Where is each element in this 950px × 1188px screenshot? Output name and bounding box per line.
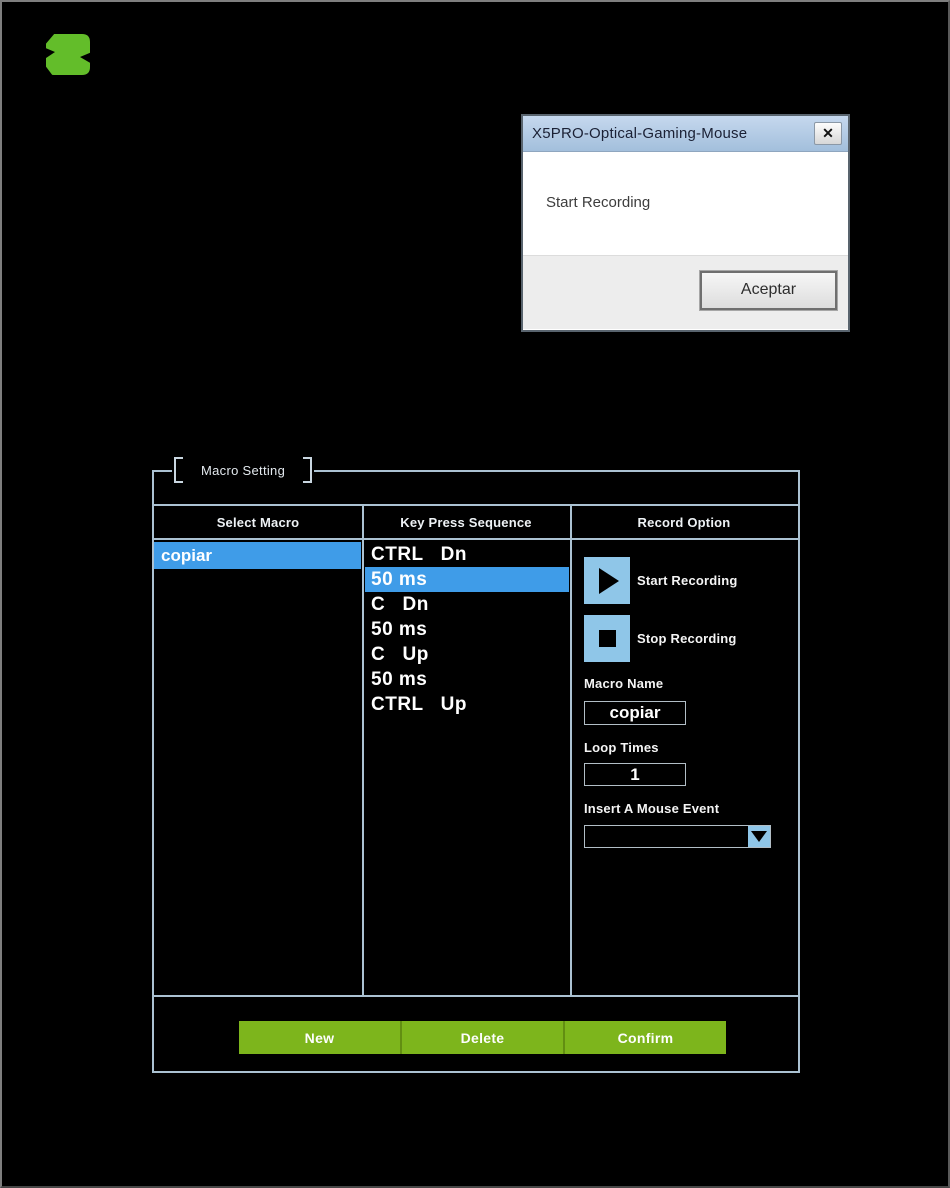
dialog-body: Start Recording: [523, 152, 848, 255]
macro-list-item[interactable]: copiar: [154, 542, 361, 569]
column-divider: [362, 504, 364, 997]
macro-name-label: Macro Name: [584, 676, 663, 691]
bracket-left-icon: [174, 457, 183, 483]
dialog-title: X5PRO-Optical-Gaming-Mouse: [532, 116, 747, 151]
accept-button[interactable]: Aceptar: [700, 271, 837, 310]
sequence-item[interactable]: C Up: [365, 642, 569, 667]
stop-recording-label: Stop Recording: [637, 631, 737, 646]
brand-logo-icon: [44, 33, 91, 76]
macro-name-field[interactable]: copiar: [584, 701, 686, 725]
stop-icon: [599, 630, 616, 647]
header-record-option: Record Option: [570, 506, 798, 538]
loop-times-label: Loop Times: [584, 740, 659, 755]
app-window: { "colors": { "accent_green": "#7db51c",…: [0, 0, 950, 1188]
header-select-macro: Select Macro: [154, 506, 362, 538]
sequence-item-selected[interactable]: 50 ms: [365, 567, 569, 592]
dialog-footer: Aceptar: [523, 255, 848, 329]
macro-list: copiar: [154, 542, 361, 569]
sequence-item[interactable]: C Dn: [365, 592, 569, 617]
close-icon: ✕: [822, 125, 834, 141]
sequence-item[interactable]: CTRL Dn: [365, 542, 569, 567]
stop-recording-button[interactable]: [584, 615, 630, 662]
insert-mouse-event-label: Insert A Mouse Event: [584, 801, 719, 816]
brand-logo: [44, 33, 91, 76]
delete-button[interactable]: Delete: [400, 1021, 563, 1054]
key-press-sequence-list: CTRL Dn 50 ms C Dn 50 ms C Up 50 ms CTRL…: [365, 542, 569, 717]
mouse-event-dropdown[interactable]: [584, 825, 771, 848]
play-icon: [599, 568, 619, 594]
sequence-item[interactable]: 50 ms: [365, 617, 569, 642]
start-recording-label: Start Recording: [637, 573, 738, 588]
start-recording-button[interactable]: [584, 557, 630, 604]
column-divider: [570, 504, 572, 997]
chevron-down-icon: [751, 831, 767, 842]
stop-recording-row: Stop Recording: [584, 615, 737, 662]
dialog-close-button[interactable]: ✕: [814, 122, 842, 145]
header-key-press-sequence: Key Press Sequence: [362, 506, 570, 538]
macro-setting-panel: Macro Setting Select Macro Key Press Seq…: [152, 470, 800, 1073]
macro-setting-tab: Macro Setting: [172, 455, 314, 485]
table-header-row: Select Macro Key Press Sequence Record O…: [154, 504, 798, 540]
table-bottom-divider: [154, 995, 798, 997]
dropdown-arrow-button[interactable]: [748, 826, 770, 847]
message-dialog: X5PRO-Optical-Gaming-Mouse ✕ Start Recor…: [521, 114, 850, 332]
new-button[interactable]: New: [239, 1021, 400, 1054]
confirm-button[interactable]: Confirm: [563, 1021, 726, 1054]
dialog-titlebar: X5PRO-Optical-Gaming-Mouse ✕: [523, 116, 848, 152]
sequence-item[interactable]: 50 ms: [365, 667, 569, 692]
bracket-right-icon: [303, 457, 312, 483]
macro-setting-label: Macro Setting: [183, 463, 303, 478]
loop-times-field[interactable]: 1: [584, 763, 686, 786]
sequence-item[interactable]: CTRL Up: [365, 692, 569, 717]
action-button-bar: New Delete Confirm: [239, 1021, 726, 1054]
dialog-message: Start Recording: [546, 194, 650, 211]
start-recording-row: Start Recording: [584, 557, 738, 604]
